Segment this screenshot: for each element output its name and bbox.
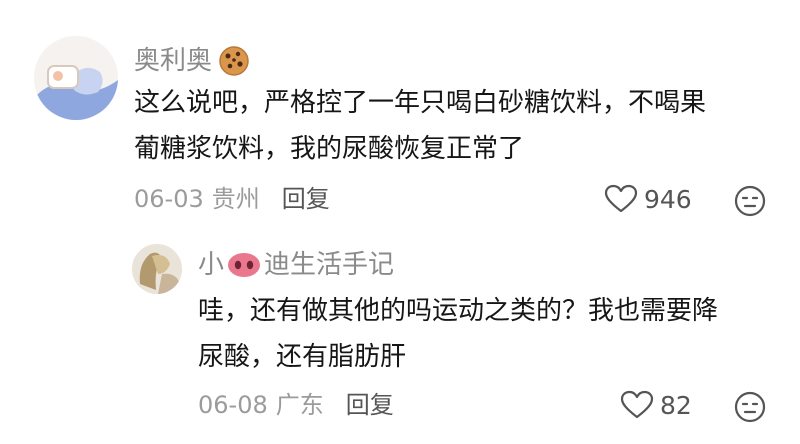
neutral-face-icon [734, 391, 766, 423]
reaction-button[interactable] [733, 184, 767, 222]
avatar-photo [132, 244, 182, 294]
like-count: 82 [660, 390, 692, 420]
username-text: 奥利奥 [134, 46, 213, 76]
avatar[interactable] [132, 244, 182, 294]
like-button[interactable]: 82 [620, 390, 692, 420]
neutral-face-icon [734, 185, 766, 217]
comment-location: 贵州 [211, 185, 260, 213]
username[interactable]: 小 迪生活手记 [198, 248, 394, 282]
comment-line: 葡糖浆饮料，我的尿酸恢复正常了 [134, 134, 525, 164]
comment-line: 尿酸，还有脂肪肝 [198, 342, 407, 372]
username[interactable]: 奥利奥 [134, 44, 250, 78]
username-suffix: 迪生活手记 [264, 250, 395, 280]
avatar-illustration [34, 36, 118, 120]
comment-date: 06-08 [198, 391, 268, 419]
reply-button[interactable]: 回复 [282, 184, 330, 214]
comment-text: 这么说吧，严格控了一年只喝白砂糖饮料，不喝果 葡糖浆饮料，我的尿酸恢复正常了 [134, 80, 706, 172]
comment-line: 这么说吧，严格控了一年只喝白砂糖饮料，不喝果 [134, 88, 707, 118]
heart-outline-icon [620, 390, 654, 419]
reply-button[interactable]: 回复 [346, 390, 394, 420]
comment-date: 06-03 [134, 185, 204, 213]
comment-line: 哇，还有做其他的吗运动之类的？我也需要降 [198, 296, 719, 326]
comment-meta: 06-03 贵州 回复 [134, 184, 330, 214]
comment-meta: 06-08 广东 回复 [198, 390, 394, 420]
heart-outline-icon [604, 184, 638, 213]
avatar[interactable] [34, 36, 118, 120]
like-count: 946 [644, 184, 692, 214]
comment-text: 哇，还有做其他的吗运动之类的？我也需要降 尿酸，还有脂肪肝 [198, 288, 718, 380]
like-button[interactable]: 946 [604, 184, 692, 214]
comment-location: 广东 [275, 391, 324, 419]
cookie-emoji-icon [219, 46, 249, 76]
reaction-button[interactable] [733, 390, 767, 428]
username-prefix: 小 [198, 250, 225, 280]
pig-nose-emoji-icon [228, 253, 261, 277]
